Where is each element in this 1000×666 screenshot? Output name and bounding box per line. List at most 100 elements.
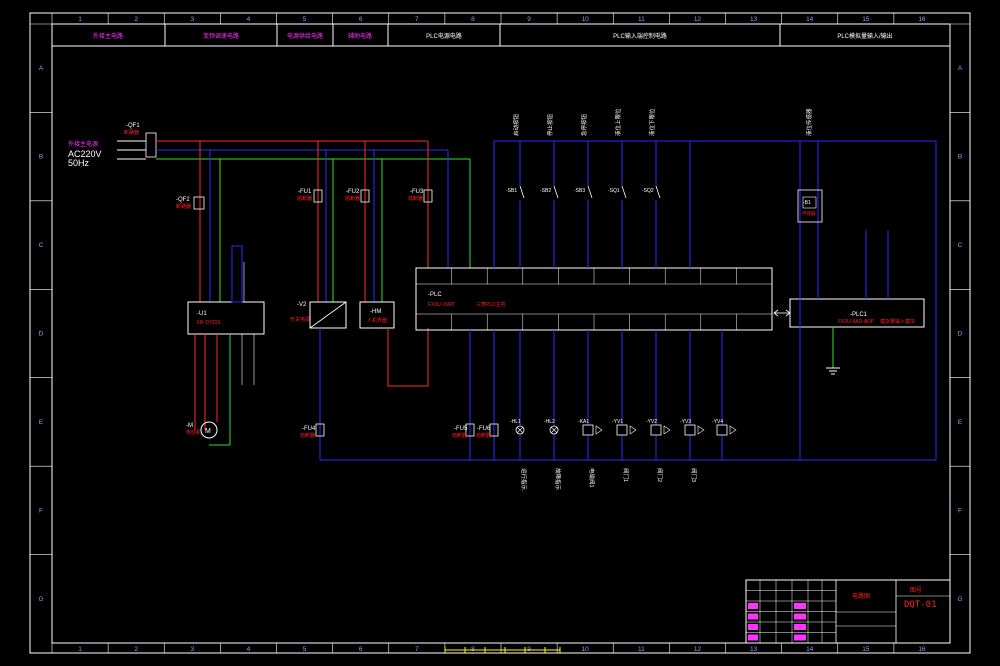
motor-name: 电动机: [186, 429, 201, 436]
column-marker: 14: [806, 16, 814, 23]
inverter-tag: -U1: [197, 311, 207, 317]
input-tag: -SB3: [574, 188, 585, 194]
output-tag: -HL2: [544, 419, 555, 425]
drawing-number-label: 图号: [910, 587, 922, 594]
column-marker: 6: [359, 16, 363, 23]
adc-name: 模拟量输入模块: [880, 318, 915, 325]
psu-tag: -V2: [297, 302, 307, 308]
fu1-tag: -FU1: [298, 189, 312, 195]
adc-model: FX3U-4AD-ADP: [838, 319, 875, 325]
output-label-3: 电磁阀1: [588, 468, 596, 488]
column-marker: 5: [303, 646, 307, 653]
input-tag: -SB1: [506, 188, 517, 194]
column-marker: 4: [247, 16, 251, 23]
row-marker: C: [39, 242, 44, 249]
right-input-label: 液位传感器: [805, 108, 813, 136]
column-marker: 1: [78, 16, 82, 23]
fu2-name: 熔断器: [345, 195, 360, 202]
electrical-schematic-sheet: 1 2 3 4 5 6 7 8 9 10 11 12 13 14 15 16 1 2 3 4 5 6 7 8 9 10 11 12 1…: [0, 0, 1000, 666]
input-tag: -SB2: [540, 188, 551, 194]
inverter-model: FR-D720S: [197, 320, 221, 326]
supply-label: 外接主电源: [68, 140, 98, 148]
qf2-tag: -QF2: [176, 197, 190, 203]
row-marker: G: [38, 596, 43, 603]
adc-tag: -PLC1: [850, 312, 868, 318]
column-marker: 16: [918, 16, 926, 23]
column-marker: 2: [134, 646, 138, 653]
fu4-name: 熔断器: [300, 432, 315, 439]
column-marker: 6: [359, 646, 363, 653]
header-cell-4: 辅助电路: [348, 32, 372, 40]
column-marker: 10: [582, 16, 590, 23]
column-marker: 14: [806, 646, 814, 653]
column-marker: 8: [471, 16, 475, 23]
column-marker: 15: [862, 16, 870, 23]
b1-name: 传感器: [802, 210, 816, 217]
column-marker: 7: [415, 16, 419, 23]
column-marker: 15: [862, 646, 870, 653]
plc-name: 三菱PLC主机: [476, 301, 506, 308]
input-tag: -SQ1: [608, 188, 620, 194]
input-label-5: 液位下限位: [648, 108, 656, 136]
header-cell-5: PLC电源电路: [426, 32, 462, 40]
column-marker: 11: [638, 646, 645, 653]
row-marker: F: [958, 507, 962, 514]
header-cell-1: 外接主电路: [93, 32, 123, 40]
supply-frequency: 50Hz: [68, 158, 90, 168]
column-marker: 13: [750, 646, 758, 653]
column-marker: 3: [191, 16, 195, 23]
row-marker: C: [958, 242, 963, 249]
row-marker: F: [39, 507, 43, 514]
column-marker: 2: [134, 16, 138, 23]
input-label-1: 启动按钮: [512, 113, 520, 136]
row-marker: E: [958, 419, 963, 426]
motor-tag: -M: [186, 423, 193, 429]
column-marker: 3: [191, 646, 195, 653]
fu1-name: 熔断器: [297, 195, 312, 202]
row-marker: D: [39, 331, 44, 338]
row-marker: D: [958, 331, 963, 338]
header-cell-7: PLC模拟量输入/输出: [837, 32, 892, 40]
plc-tag: -PLC: [428, 292, 442, 298]
row-marker: G: [957, 596, 962, 603]
column-marker: 5: [303, 16, 307, 23]
svg-text:M: M: [205, 428, 211, 435]
b1-tag: -B1: [803, 200, 811, 206]
drawing-name: 电路图: [852, 592, 870, 600]
output-label-4: 阀门1: [622, 468, 630, 482]
row-marker: B: [958, 154, 962, 161]
output-label-5: 阀门2: [656, 468, 664, 482]
row-marker: B: [39, 154, 43, 161]
drawing-number: DQT-01: [904, 600, 937, 610]
output-tag: -YV3: [680, 419, 691, 425]
fu4-tag: -FU4: [302, 426, 316, 432]
header-cell-3: 电源供给电路: [287, 32, 323, 40]
output-label-2: 故障指示: [554, 468, 562, 491]
input-label-3: 急停按钮: [580, 113, 588, 136]
fu3-tag: -FU3: [410, 189, 424, 195]
column-marker: 11: [638, 16, 645, 23]
column-marker: 12: [694, 16, 702, 23]
row-marker: E: [39, 419, 44, 426]
output-tag: -KA1: [578, 419, 589, 425]
output-tag: -HL1: [510, 419, 521, 425]
hm-tag: -HM: [370, 309, 381, 315]
output-tag: -YV2: [646, 419, 657, 425]
column-marker: 12: [694, 646, 702, 653]
psu-name: 开关电源: [290, 316, 310, 323]
qf1-name: 断路器: [124, 129, 139, 136]
output-label-1: 运行指示: [520, 468, 528, 491]
plc-model: FX3U-16MT: [428, 302, 455, 308]
qf2-name: 断路器: [176, 203, 191, 210]
fu3-name: 熔断器: [408, 195, 423, 202]
column-marker: 10: [582, 646, 590, 653]
input-tag: -SQ2: [642, 188, 654, 194]
column-marker: 16: [918, 646, 926, 653]
fu5-tag: -FU5: [454, 426, 468, 432]
row-marker: A: [39, 65, 44, 72]
column-marker: 1: [78, 646, 82, 653]
column-marker: 9: [527, 16, 531, 23]
output-label-6: 阀门3: [690, 468, 698, 482]
input-label-2: 停止按钮: [546, 113, 554, 136]
fu6-tag: -FU6: [477, 426, 491, 432]
